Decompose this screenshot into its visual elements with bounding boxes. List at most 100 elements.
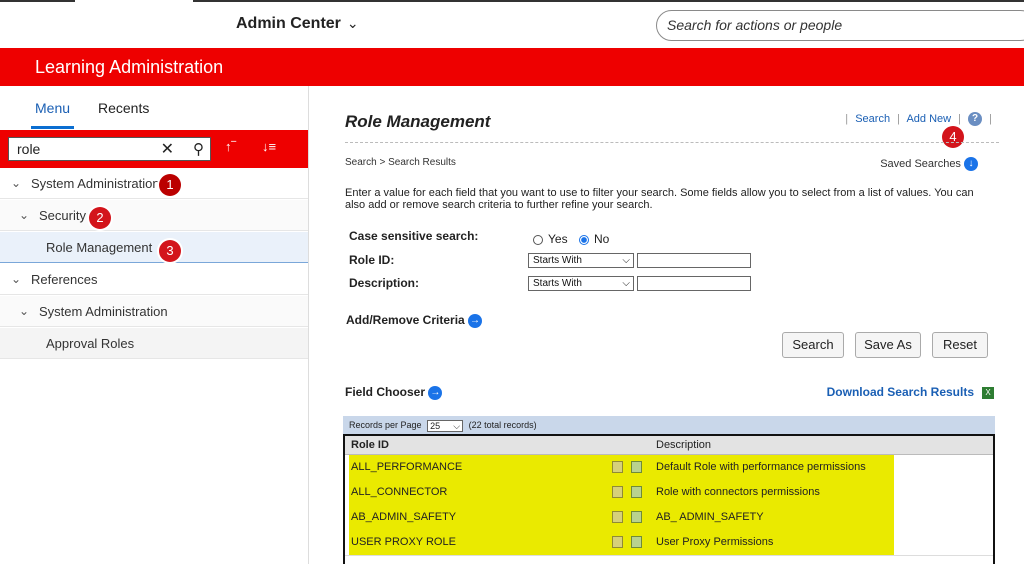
column-role-id[interactable]: Role ID bbox=[351, 436, 389, 454]
role-id-cell: AB_ADMIN_SAFETY bbox=[349, 505, 611, 530]
no-label: No bbox=[594, 232, 610, 246]
tree-item-label: Approval Roles bbox=[46, 336, 135, 351]
tab-recents[interactable]: Recents bbox=[98, 100, 149, 116]
view-icon[interactable] bbox=[612, 511, 623, 523]
description-operator-select[interactable]: Starts With ⌵ bbox=[528, 276, 634, 291]
admin-center-label: Admin Center bbox=[236, 15, 341, 32]
chevron-down-icon: ⌄ bbox=[19, 304, 30, 318]
sort-ascending-icon[interactable]: ↑‾ bbox=[225, 139, 236, 154]
saved-searches[interactable]: Saved Searches ↓ bbox=[880, 157, 978, 171]
description-label: Description: bbox=[349, 276, 420, 290]
clear-icon[interactable]: ✕ bbox=[161, 139, 174, 161]
select-value: Starts With bbox=[533, 278, 582, 289]
records-per-page-bar: Records per Page 25 ⌵ (22 total records) bbox=[343, 416, 995, 434]
page-title: Role Management bbox=[345, 112, 491, 131]
table-row[interactable]: USER PROXY ROLE User Proxy Permissions bbox=[345, 530, 993, 556]
records-per-page-select[interactable]: 25 ⌵ bbox=[427, 419, 464, 432]
annotation-badge-3: 3 bbox=[159, 240, 181, 262]
add-new-link[interactable]: Add New bbox=[906, 113, 951, 125]
case-yes-radio[interactable]: Yes bbox=[533, 232, 568, 246]
chevron-down-icon: ⌄ bbox=[19, 208, 30, 222]
sidebar-tabs: Menu Recents bbox=[0, 100, 308, 130]
instructions: Enter a value for each field that you wa… bbox=[345, 187, 974, 211]
table-row[interactable]: AB_ADMIN_SAFETY AB_ ADMIN_SAFETY bbox=[345, 505, 993, 531]
table-row[interactable]: ALL_CONNECTOR Role with connectors permi… bbox=[345, 480, 993, 506]
top-tab-indicator bbox=[75, 0, 193, 3]
case-sensitive-label: Case sensitive search: bbox=[349, 229, 479, 243]
sidebar: Menu Recents role ✕ ⚲ ↑‾ ↓≡ ⌄ System Adm… bbox=[0, 86, 309, 564]
description-input[interactable] bbox=[637, 276, 751, 291]
menu-search-value: role bbox=[17, 141, 41, 157]
annotation-badge-1: 1 bbox=[159, 174, 181, 196]
edit-icon[interactable] bbox=[631, 486, 642, 498]
menu-search-input[interactable]: role ✕ ⚲ bbox=[8, 137, 211, 161]
table-header: Role ID Description bbox=[345, 436, 993, 455]
link-separator: | bbox=[958, 112, 962, 125]
role-id-operator-select[interactable]: Starts With ⌵ bbox=[528, 253, 634, 268]
radio-on-icon bbox=[579, 234, 589, 245]
column-description[interactable]: Description bbox=[656, 436, 711, 454]
chevron-down-icon: ⌄ bbox=[11, 272, 22, 286]
arrow-down-icon[interactable]: ↓ bbox=[964, 157, 978, 171]
download-search-results-link[interactable]: Download Search Results bbox=[827, 385, 974, 399]
tree-item-references[interactable]: ⌄ References bbox=[0, 264, 308, 295]
description-cell: Role with connectors permissions bbox=[652, 480, 894, 505]
tree-item-label: Security bbox=[39, 208, 86, 223]
view-icon[interactable] bbox=[612, 486, 623, 498]
sort-descending-icon[interactable]: ↓≡ bbox=[262, 139, 276, 154]
role-id-cell: USER PROXY ROLE bbox=[349, 530, 611, 555]
description-cell: Default Role with performance permission… bbox=[652, 455, 894, 480]
field-chooser-label: Field Chooser bbox=[345, 385, 426, 399]
results-table: Role ID Description ALL_PERFORMANCE Defa… bbox=[343, 434, 995, 564]
chevron-down-icon: ⌄ bbox=[346, 15, 359, 31]
view-icon[interactable] bbox=[612, 536, 623, 548]
edit-icon[interactable] bbox=[631, 461, 642, 473]
tree-item-label: System Administration bbox=[39, 304, 168, 319]
arrow-right-icon[interactable]: → bbox=[468, 313, 483, 328]
edit-icon[interactable] bbox=[631, 511, 642, 523]
chevron-down-icon: ⌵ bbox=[622, 255, 630, 266]
save-as-button[interactable]: Save As bbox=[855, 332, 921, 358]
chevron-down-icon: ⌵ bbox=[622, 278, 630, 289]
tree-item-label: System Administration bbox=[31, 176, 160, 191]
arrow-right-icon[interactable]: → bbox=[428, 385, 443, 400]
tree-item-security[interactable]: ⌄ Security bbox=[0, 200, 308, 231]
global-search-input[interactable]: Search for actions or people bbox=[656, 10, 1024, 41]
add-remove-label: Add/Remove Criteria bbox=[346, 313, 465, 327]
yes-label: Yes bbox=[548, 232, 568, 246]
edit-icon[interactable] bbox=[631, 536, 642, 548]
chevron-down-icon: ⌵ bbox=[453, 420, 461, 431]
role-id-cell: ALL_PERFORMANCE bbox=[349, 455, 611, 480]
case-no-radio[interactable]: No bbox=[579, 232, 609, 246]
add-remove-criteria[interactable]: Add/Remove Criteria → bbox=[346, 313, 483, 328]
tree-item-role-management[interactable]: Role Management bbox=[0, 232, 308, 263]
search-icon[interactable]: ⚲ bbox=[193, 139, 204, 161]
breadcrumb: Search > Search Results bbox=[345, 157, 456, 168]
top-bar: Admin Center ⌄ Search for actions or peop… bbox=[0, 0, 1024, 48]
search-button[interactable]: Search bbox=[782, 332, 844, 358]
tree-item-system-administration-2[interactable]: ⌄ System Administration bbox=[0, 296, 308, 327]
reset-button[interactable]: Reset bbox=[932, 332, 988, 358]
role-id-input[interactable] bbox=[637, 253, 751, 268]
tab-menu[interactable]: Menu bbox=[30, 100, 75, 129]
tree-item-system-administration[interactable]: ⌄ System Administration bbox=[0, 168, 308, 199]
total-records: (22 total records) bbox=[468, 420, 537, 430]
search-link[interactable]: Search bbox=[855, 113, 890, 125]
help-icon[interactable]: ? bbox=[968, 112, 983, 126]
role-id-cell: ALL_CONNECTOR bbox=[349, 480, 611, 505]
tree-item-label: Role Management bbox=[46, 240, 153, 255]
field-chooser[interactable]: Field Chooser → bbox=[345, 385, 443, 400]
view-icon[interactable] bbox=[612, 461, 623, 473]
table-row[interactable]: ALL_PERFORMANCE Default Role with perfor… bbox=[345, 455, 993, 481]
description-cell: User Proxy Permissions bbox=[652, 530, 894, 555]
rpp-value: 25 bbox=[430, 420, 441, 431]
excel-icon[interactable]: X bbox=[982, 387, 994, 399]
select-value: Starts With bbox=[533, 255, 582, 266]
admin-center-menu[interactable]: Admin Center ⌄ bbox=[236, 15, 359, 33]
header-links: | Search | Add New | ? | bbox=[841, 112, 996, 126]
link-separator: | bbox=[845, 112, 849, 125]
saved-searches-label: Saved Searches bbox=[880, 157, 961, 170]
annotation-badge-2: 2 bbox=[89, 207, 111, 229]
tree-item-approval-roles[interactable]: Approval Roles bbox=[0, 328, 308, 359]
chevron-down-icon: ⌄ bbox=[11, 176, 22, 190]
